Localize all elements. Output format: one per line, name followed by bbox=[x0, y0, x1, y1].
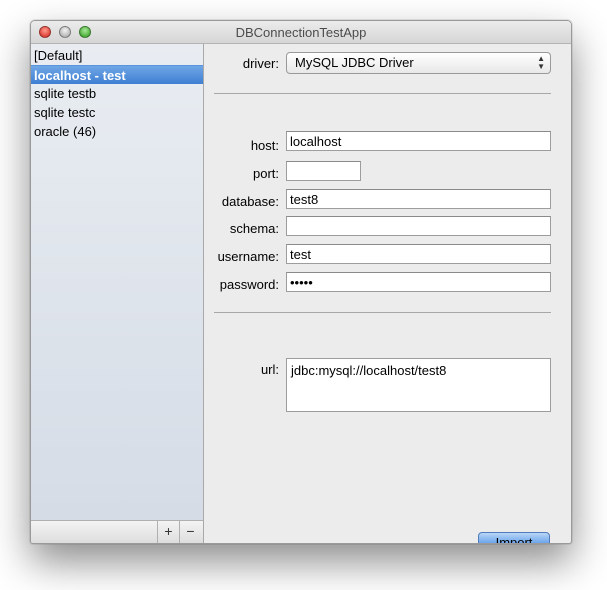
schema-label: schema: bbox=[229, 221, 279, 236]
window-title: DBConnectionTestApp bbox=[235, 25, 367, 40]
database-field[interactable] bbox=[286, 189, 551, 209]
url-label: url: bbox=[260, 362, 279, 377]
separator-top bbox=[214, 93, 551, 94]
remove-connection-button[interactable]: − bbox=[179, 521, 201, 543]
driver-label: driver: bbox=[242, 56, 279, 71]
username-field[interactable] bbox=[286, 244, 551, 264]
url-field[interactable]: jdbc:mysql://localhost/test8 bbox=[286, 358, 551, 412]
password-label: password: bbox=[219, 277, 279, 292]
import-button[interactable]: Import bbox=[478, 532, 550, 543]
updown-arrows-icon: ▲ ▼ bbox=[537, 54, 545, 71]
connection-item-sqlite-testb[interactable]: sqlite testb bbox=[31, 84, 203, 103]
port-label: port: bbox=[252, 166, 279, 181]
title-bar: DBConnectionTestApp bbox=[31, 21, 571, 44]
driver-value: MySQL JDBC Driver bbox=[295, 55, 414, 70]
host-field[interactable] bbox=[286, 131, 551, 151]
connection-form: driver: MySQL JDBC Driver ▲▼ host: port:… bbox=[204, 44, 571, 543]
database-label: database: bbox=[221, 194, 279, 209]
connection-item-localhost-test[interactable]: localhost - test bbox=[31, 65, 203, 84]
host-label: host: bbox=[250, 138, 279, 153]
password-field[interactable] bbox=[286, 272, 551, 292]
connection-item-default[interactable]: [Default] bbox=[31, 46, 203, 65]
username-label: username: bbox=[217, 249, 279, 264]
connection-item-oracle[interactable]: oracle (46) bbox=[31, 122, 203, 141]
schema-field[interactable] bbox=[286, 216, 551, 236]
connection-item-sqlite-testc[interactable]: sqlite testc bbox=[31, 103, 203, 122]
port-field[interactable] bbox=[286, 161, 361, 181]
list-toolbar: + − bbox=[31, 520, 204, 543]
driver-select[interactable]: MySQL JDBC Driver ▲ ▼ bbox=[286, 52, 551, 74]
separator-bottom bbox=[214, 312, 551, 313]
app-window: DBConnectionTestApp [Default] localhost … bbox=[30, 20, 572, 544]
add-connection-button[interactable]: + bbox=[157, 521, 179, 543]
